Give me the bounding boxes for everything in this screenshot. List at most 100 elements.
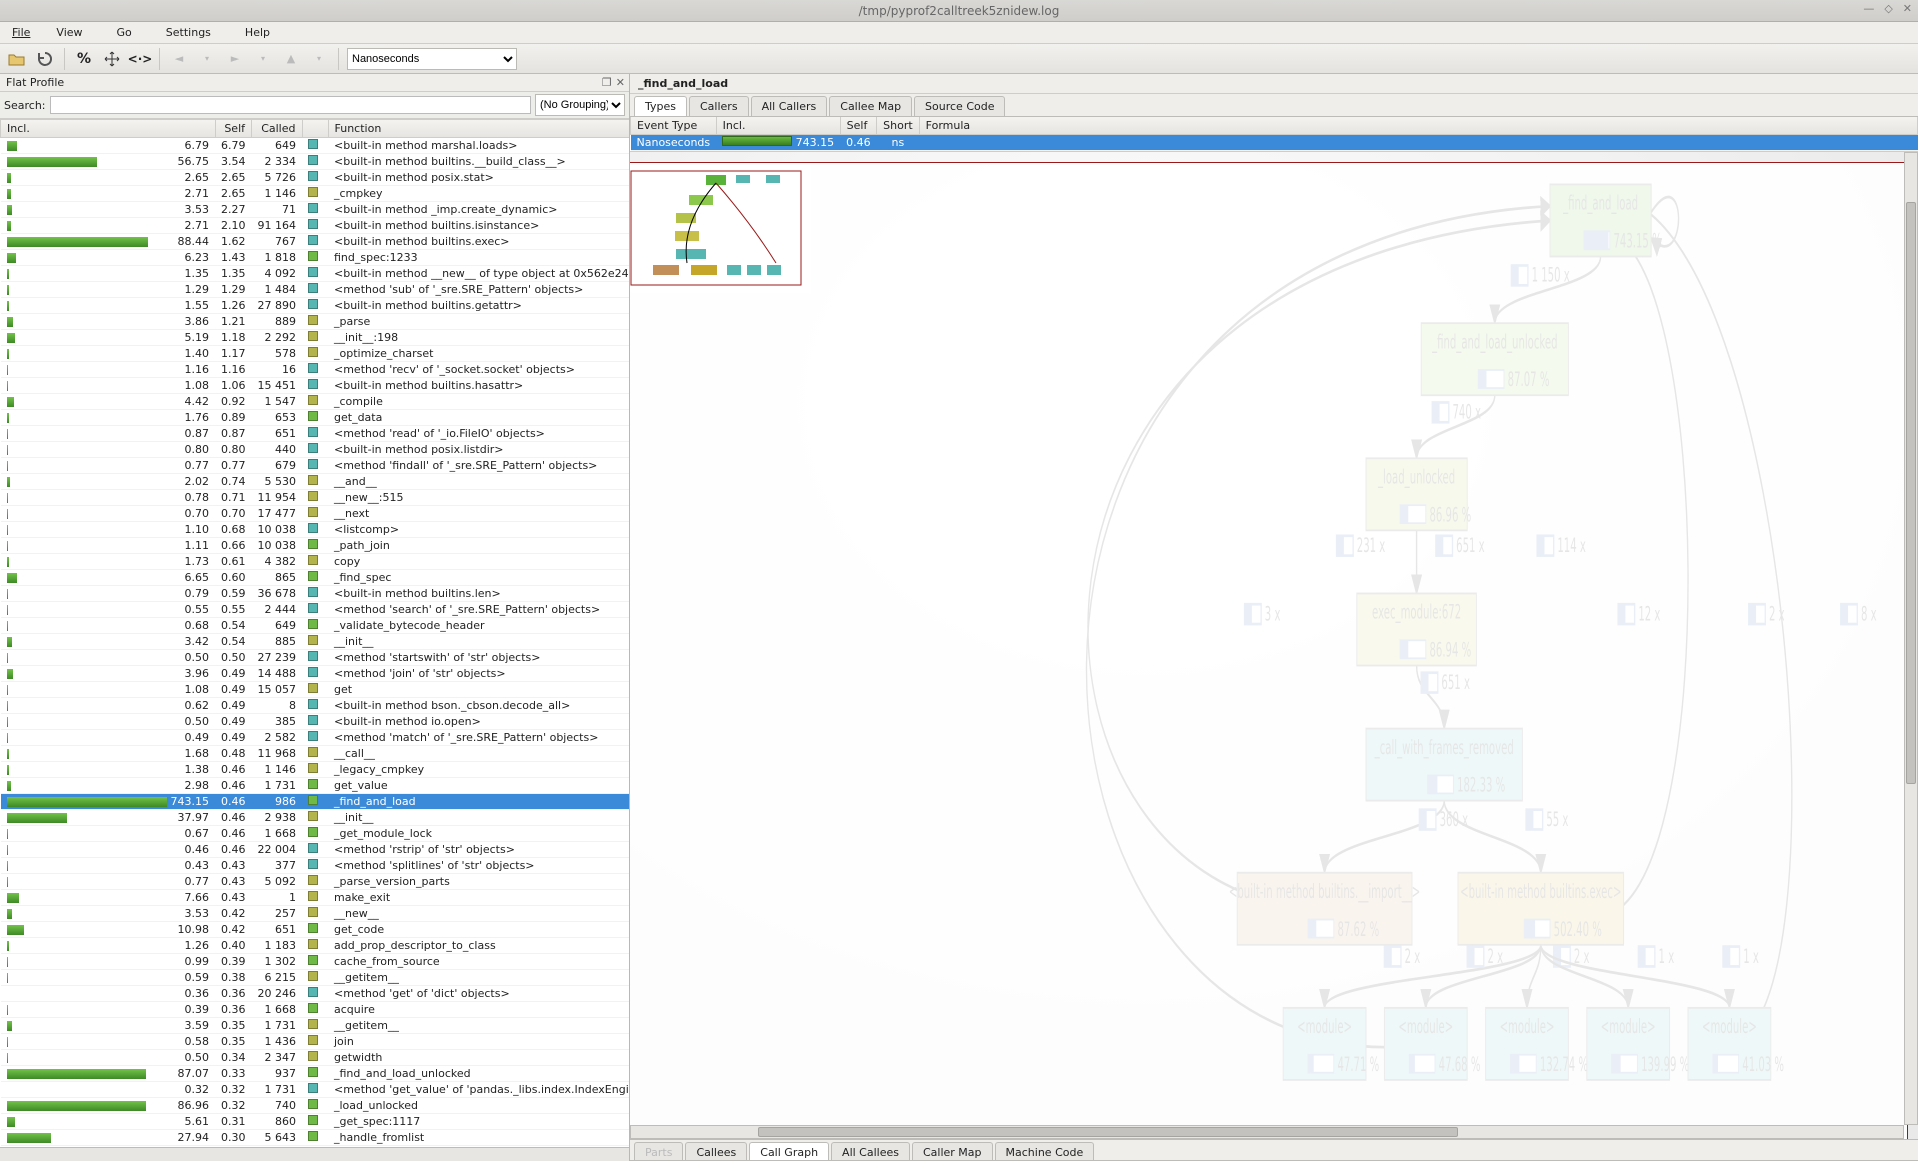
table-row[interactable]: 0.360.3620 246<method 'get' of 'dict' ob… bbox=[1, 986, 630, 1002]
table-row[interactable]: 3.420.54885__init__series.py bbox=[1, 634, 630, 650]
menu-go[interactable]: Go bbox=[101, 24, 148, 41]
table-row[interactable]: 27.940.305 643_handle_fromlist<frozen im… bbox=[1, 1130, 630, 1146]
table-row[interactable]: 3.861.21889_parsesre_parse.py bbox=[1, 314, 630, 330]
evt-col-formula[interactable]: Formula bbox=[919, 117, 1917, 135]
back-menu-icon[interactable]: ▾ bbox=[196, 48, 218, 70]
table-row[interactable]: 88.441.62767<built-in method builtins.ex… bbox=[1, 234, 630, 250]
call-graph[interactable]: 1 150 x740 x651 x651 x360 x55 x231 x114 … bbox=[630, 151, 1918, 1161]
menu-settings[interactable]: Settings bbox=[150, 24, 227, 41]
evt-col-incl[interactable]: Incl. bbox=[716, 117, 840, 135]
table-row[interactable]: 6.796.79649<built-in method marshal.load… bbox=[1, 138, 630, 154]
table-row[interactable]: 2.652.655 726<built-in method posix.stat… bbox=[1, 170, 630, 186]
tab-source-code[interactable]: Source Code bbox=[914, 96, 1005, 116]
table-row[interactable]: 0.390.361 668acquire<frozen importlib._b… bbox=[1, 1002, 630, 1018]
table-row[interactable]: 1.080.4915 057getsre_parse.py bbox=[1, 682, 630, 698]
table-row[interactable]: 1.291.291 484<method 'sub' of '_sre.SRE_… bbox=[1, 282, 630, 298]
tab-all-callers[interactable]: All Callers bbox=[751, 96, 828, 116]
table-row[interactable]: 2.980.461 731get_valuebase.py bbox=[1, 778, 630, 794]
table-row[interactable]: 87.070.33937_find_and_load_unlocked<froz… bbox=[1, 1066, 630, 1082]
table-row[interactable]: 1.351.354 092<built-in method __new__ of… bbox=[1, 266, 630, 282]
table-row[interactable]: 0.620.498<built-in method bson._cbson.de… bbox=[1, 698, 630, 714]
col-color[interactable] bbox=[302, 120, 328, 138]
close-icon[interactable]: ✕ bbox=[1903, 2, 1912, 15]
evt-col-self[interactable]: Self bbox=[840, 117, 877, 135]
table-row[interactable]: 0.770.77679<method 'findall' of '_sre.SR… bbox=[1, 458, 630, 474]
table-row[interactable]: 0.500.49385<built-in method io.open>~ bbox=[1, 714, 630, 730]
table-row[interactable]: 2.020.745 530__and__enum.py bbox=[1, 474, 630, 490]
table-row[interactable]: 0.870.87651<method 'read' of '_io.FileIO… bbox=[1, 426, 630, 442]
move-icon[interactable] bbox=[101, 48, 123, 70]
table-row[interactable]: 0.500.5027 239<method 'startswith' of 's… bbox=[1, 650, 630, 666]
table-row[interactable]: 5.191.182 292__init__:198version.py bbox=[1, 330, 630, 346]
detach-icon[interactable]: ❐ bbox=[602, 76, 612, 89]
tab-machine-code[interactable]: Machine Code bbox=[995, 1142, 1095, 1160]
table-row[interactable]: 0.700.7017 477__nextsre_parse.py bbox=[1, 506, 630, 522]
evt-col-type[interactable]: Event Type bbox=[631, 117, 717, 135]
table-row[interactable]: 1.081.0615 451<built-in method builtins.… bbox=[1, 378, 630, 394]
table-row[interactable]: 86.960.32740_load_unlocked<frozen import… bbox=[1, 1098, 630, 1114]
event-table[interactable]: Event Type Incl. Self Short Formula Nano… bbox=[630, 117, 1918, 151]
table-row[interactable]: 1.760.89653get_data<frozen importlib._bo… bbox=[1, 410, 630, 426]
col-incl[interactable]: Incl. bbox=[1, 120, 216, 138]
tab-callers[interactable]: Callers bbox=[689, 96, 749, 116]
table-row[interactable]: 743.150.46986_find_and_load<frozen impor… bbox=[1, 794, 630, 810]
forward-menu-icon[interactable]: ▾ bbox=[252, 48, 274, 70]
search-input[interactable] bbox=[50, 96, 532, 114]
percent-button[interactable]: % bbox=[73, 48, 95, 70]
table-row[interactable]: 1.551.2627 890<built-in method builtins.… bbox=[1, 298, 630, 314]
tab-parts[interactable]: Parts bbox=[634, 1142, 683, 1160]
flat-profile-table[interactable]: Incl. Self Called Function Location 6.79… bbox=[0, 119, 629, 1147]
table-row[interactable]: 1.380.461 146_legacy_cmpkeyversion.py bbox=[1, 762, 630, 778]
graph-h-scrollbar[interactable] bbox=[630, 1125, 1904, 1139]
table-row[interactable]: 0.550.552 444<method 'search' of '_sre.S… bbox=[1, 602, 630, 618]
table-row[interactable]: 0.580.351 436joinposixpath.py bbox=[1, 1034, 630, 1050]
units-select[interactable]: Nanoseconds bbox=[347, 48, 517, 70]
table-row[interactable]: 5.610.31860_get_spec:1117<frozen importl… bbox=[1, 1114, 630, 1130]
menu-view[interactable]: View bbox=[40, 24, 98, 41]
table-row[interactable]: 7.660.431make_exitgradient_stop_and_targ… bbox=[1, 890, 630, 906]
up-menu-icon[interactable]: ▾ bbox=[308, 48, 330, 70]
col-self[interactable]: Self bbox=[215, 120, 252, 138]
table-row[interactable]: 0.460.4622 004<method 'rstrip' of 'str' … bbox=[1, 842, 630, 858]
table-row[interactable]: 6.231.431 818find_spec:1233<frozen impor… bbox=[1, 250, 630, 266]
table-row[interactable]: 1.730.614 382copycopy.py bbox=[1, 554, 630, 570]
evt-col-short[interactable]: Short bbox=[877, 117, 920, 135]
tab-types[interactable]: Types bbox=[634, 96, 687, 116]
table-row[interactable]: 0.430.43377<method 'splitlines' of 'str'… bbox=[1, 858, 630, 874]
table-row[interactable]: 2.712.651 146_cmpkeyversion.py bbox=[1, 186, 630, 202]
table-row[interactable]: 0.800.80440<built-in method posix.listdi… bbox=[1, 442, 630, 458]
table-row[interactable]: 1.260.401 183add_prop_descriptor_to_clas… bbox=[1, 938, 630, 954]
table-row[interactable]: 3.532.2771<built-in method _imp.create_d… bbox=[1, 202, 630, 218]
tab-callees[interactable]: Callees bbox=[685, 1142, 747, 1160]
back-icon[interactable]: ◄ bbox=[168, 48, 190, 70]
table-row[interactable]: 3.590.351 731__getitem__series.py bbox=[1, 1018, 630, 1034]
table-row[interactable]: 4.420.921 547_compilesre_compile.py bbox=[1, 394, 630, 410]
menu-help[interactable]: Help bbox=[229, 24, 286, 41]
table-row[interactable]: 0.680.54649_validate_bytecode_header<fro… bbox=[1, 618, 630, 634]
table-row[interactable]: 1.100.6810 038<listcomp><frozen importli… bbox=[1, 522, 630, 538]
event-row[interactable]: Nanoseconds 743.15 0.46 ns bbox=[631, 135, 1918, 151]
table-row[interactable]: 0.990.391 302cache_from_source<frozen im… bbox=[1, 954, 630, 970]
table-row[interactable]: 1.401.17578_optimize_charsetsre_compile.… bbox=[1, 346, 630, 362]
table-row[interactable]: 10.980.42651get_code<frozen importlib._b… bbox=[1, 922, 630, 938]
table-row[interactable]: 3.960.4914 488<method 'join' of 'str' ob… bbox=[1, 666, 630, 682]
reload-icon[interactable] bbox=[34, 48, 56, 70]
table-row[interactable]: 0.590.386 215__getitem__sre_parse.py bbox=[1, 970, 630, 986]
table-row[interactable]: 1.110.6610 038_path_join<frozen importli… bbox=[1, 538, 630, 554]
table-row[interactable]: 6.650.60865_find_spec<frozen importlib._… bbox=[1, 570, 630, 586]
table-row[interactable]: 3.530.42257__new__has_props.py bbox=[1, 906, 630, 922]
tab-call-graph[interactable]: Call Graph bbox=[749, 1142, 829, 1160]
table-row[interactable]: 0.780.7111 954__new__:515enum.py bbox=[1, 490, 630, 506]
h-scrollbar[interactable] bbox=[0, 1147, 629, 1161]
col-function[interactable]: Function bbox=[328, 120, 629, 138]
open-icon[interactable] bbox=[6, 48, 28, 70]
graph-v-scrollbar[interactable] bbox=[1904, 152, 1918, 1125]
up-icon[interactable]: ▲ bbox=[280, 48, 302, 70]
table-row[interactable]: 0.790.5936 678<built-in method builtins.… bbox=[1, 586, 630, 602]
minimize-icon[interactable]: — bbox=[1863, 2, 1874, 15]
table-row[interactable]: 56.753.542 334<built-in method builtins.… bbox=[1, 154, 630, 170]
tab-caller-map[interactable]: Caller Map bbox=[912, 1142, 993, 1160]
table-row[interactable]: 0.670.461 668_get_module_lock<frozen imp… bbox=[1, 826, 630, 842]
menu-file[interactable]: File bbox=[4, 24, 38, 41]
forward-icon[interactable]: ► bbox=[224, 48, 246, 70]
